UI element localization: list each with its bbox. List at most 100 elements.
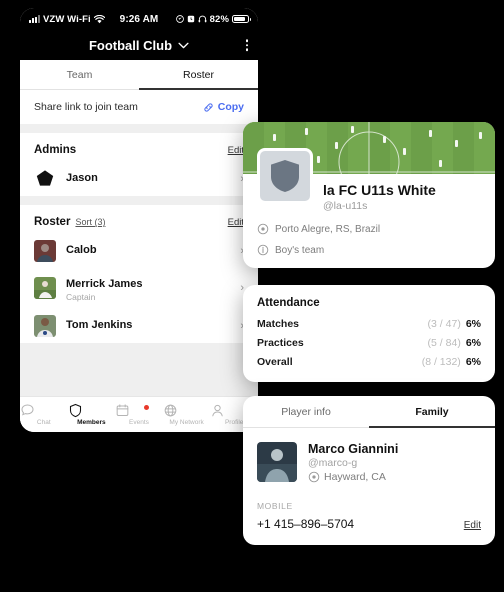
share-link-label: Share link to join team xyxy=(34,101,138,113)
headphones-icon xyxy=(198,15,207,23)
roster-section: Roster Sort (3) Edit Calob › xyxy=(20,205,258,343)
avatar xyxy=(34,314,56,337)
member-name: Calob xyxy=(66,244,97,257)
admin-list-item[interactable]: Jason › xyxy=(20,162,258,196)
roster-list-item[interactable]: Tom Jenkins › xyxy=(20,309,258,343)
team-crest xyxy=(257,148,313,204)
share-section: Share link to join team Copy xyxy=(20,90,258,124)
status-bar-right: 82% xyxy=(158,13,251,25)
mobile-edit-link[interactable]: Edit xyxy=(464,520,481,531)
player-card-tabs: Player info Family xyxy=(243,396,495,428)
roster-heading: Roster xyxy=(34,216,71,228)
player-text: Marco Giannini @marco-g Hayward, CA xyxy=(308,442,398,483)
roster-scroll-area[interactable]: Share link to join team Copy Admins Edit xyxy=(20,90,258,432)
nav-item-my-network[interactable]: My Network xyxy=(163,403,211,426)
team-handle: @la-u11s xyxy=(323,200,368,212)
battery-percent-label: 82% xyxy=(209,13,229,25)
location-pin-icon xyxy=(308,471,320,483)
status-bar-left: VZW Wi-Fi xyxy=(29,14,120,25)
carrier-label: VZW Wi-Fi xyxy=(43,13,91,25)
player-name: Marco Giannini xyxy=(308,442,399,456)
nav-label: Events xyxy=(129,419,149,426)
mobile-number: +1 415–896–5704 xyxy=(257,517,355,531)
roster-sort-link[interactable]: Sort (3) xyxy=(75,217,105,227)
nav-item-chat[interactable]: Chat xyxy=(20,403,68,426)
roster-header: Roster Sort (3) Edit xyxy=(20,205,258,234)
team-roster-tabs: Team Roster xyxy=(20,60,258,90)
admins-section: Admins Edit Jason › xyxy=(20,133,258,196)
status-bar: VZW Wi-Fi 9:26 AM 82% xyxy=(20,8,258,30)
member-text: Merrick James Captain xyxy=(66,274,142,303)
attendance-card: Attendance Matches (3 / 47) 6% Practices… xyxy=(243,285,495,382)
attendance-percent: 6% xyxy=(465,356,481,368)
mobile-field-row: +1 415–896–5704 Edit xyxy=(257,517,481,531)
location-arrow-icon xyxy=(175,15,184,23)
team-type-row: Boy's team xyxy=(257,244,481,256)
chat-bubble-icon xyxy=(20,403,68,418)
clock: 9:26 AM xyxy=(119,13,159,25)
nav-label: Chat xyxy=(36,419,51,426)
attendance-fraction: (3 / 47) xyxy=(427,318,461,330)
copy-link-button[interactable]: Copy xyxy=(203,101,244,113)
info-icon xyxy=(257,244,269,256)
more-options-button[interactable] xyxy=(245,39,248,51)
attendance-percent: 6% xyxy=(465,318,481,330)
team-profile-card: la FC U11s White @la-u11s Porto Alegre, … xyxy=(243,122,495,268)
member-name: Merrick James xyxy=(66,278,143,290)
team-name: la FC U11s White xyxy=(323,182,436,198)
attendance-fraction: (8 / 132) xyxy=(421,356,461,368)
nav-item-members[interactable]: Members xyxy=(68,403,116,426)
section-divider xyxy=(20,124,258,133)
attendance-label: Practices xyxy=(257,337,304,349)
team-location-row: Porto Alegre, RS, Brazil xyxy=(257,223,481,235)
chevron-down-icon[interactable] xyxy=(178,42,189,49)
tab-team[interactable]: Team xyxy=(20,60,139,89)
nav-item-events[interactable]: Events xyxy=(115,403,163,426)
nav-label: Members xyxy=(77,419,106,426)
globe-icon xyxy=(163,403,211,418)
player-location: Hayward, CA xyxy=(324,471,386,483)
admins-header: Admins Edit xyxy=(20,133,258,162)
player-identity: Marco Giannini @marco-g Hayward, CA xyxy=(257,442,481,483)
section-divider xyxy=(20,342,258,369)
team-card-body: la FC U11s White @la-u11s Porto Alegre, … xyxy=(243,148,495,268)
location-pin-icon xyxy=(257,223,269,235)
wifi-icon xyxy=(93,14,105,24)
phone-frame: VZW Wi-Fi 9:26 AM 82% Football Club Team… xyxy=(20,8,258,432)
copy-label: Copy xyxy=(217,101,244,113)
avatar xyxy=(34,240,56,262)
alarm-icon xyxy=(187,15,195,23)
tab-roster[interactable]: Roster xyxy=(139,60,258,90)
admins-edit-link[interactable]: Edit xyxy=(228,145,244,156)
admin-name: Jason xyxy=(66,172,98,185)
team-type: Boy's team xyxy=(275,244,325,256)
link-icon xyxy=(203,102,214,113)
roster-edit-link[interactable]: Edit xyxy=(228,217,244,228)
calendar-icon xyxy=(115,403,163,418)
player-detail-card: Player info Family Marco Giannini @marco… xyxy=(243,396,495,545)
section-divider xyxy=(20,196,258,205)
player-handle: @marco-g xyxy=(308,457,358,469)
attendance-row-overall: Overall (8 / 132) 6% xyxy=(257,356,481,368)
team-identity: la FC U11s White @la-u11s xyxy=(323,174,481,214)
player-location-row: Hayward, CA xyxy=(308,471,398,483)
admins-heading: Admins xyxy=(34,144,77,156)
attendance-label: Overall xyxy=(257,356,293,368)
events-notification-badge xyxy=(143,405,149,410)
attendance-title: Attendance xyxy=(257,297,320,309)
tab-player-info[interactable]: Player info xyxy=(243,396,369,427)
roster-list-item[interactable]: Calob › xyxy=(20,234,258,268)
avatar xyxy=(257,442,297,482)
player-card-body: Marco Giannini @marco-g Hayward, CA MOBI… xyxy=(243,428,495,545)
shield-icon xyxy=(68,403,116,418)
member-name: Tom Jenkins xyxy=(66,318,133,331)
app-nav-bar: Football Club xyxy=(20,30,258,60)
share-link-row: Share link to join team Copy xyxy=(20,90,258,124)
avatar xyxy=(34,277,56,300)
shield-icon xyxy=(270,159,300,193)
screenshot-canvas: VZW Wi-Fi 9:26 AM 82% Football Club Team… xyxy=(0,0,504,592)
mobile-field-label: MOBILE xyxy=(257,501,293,511)
member-role: Captain xyxy=(66,292,96,302)
roster-list-item[interactable]: Merrick James Captain › xyxy=(20,268,258,309)
tab-family[interactable]: Family xyxy=(369,396,495,428)
